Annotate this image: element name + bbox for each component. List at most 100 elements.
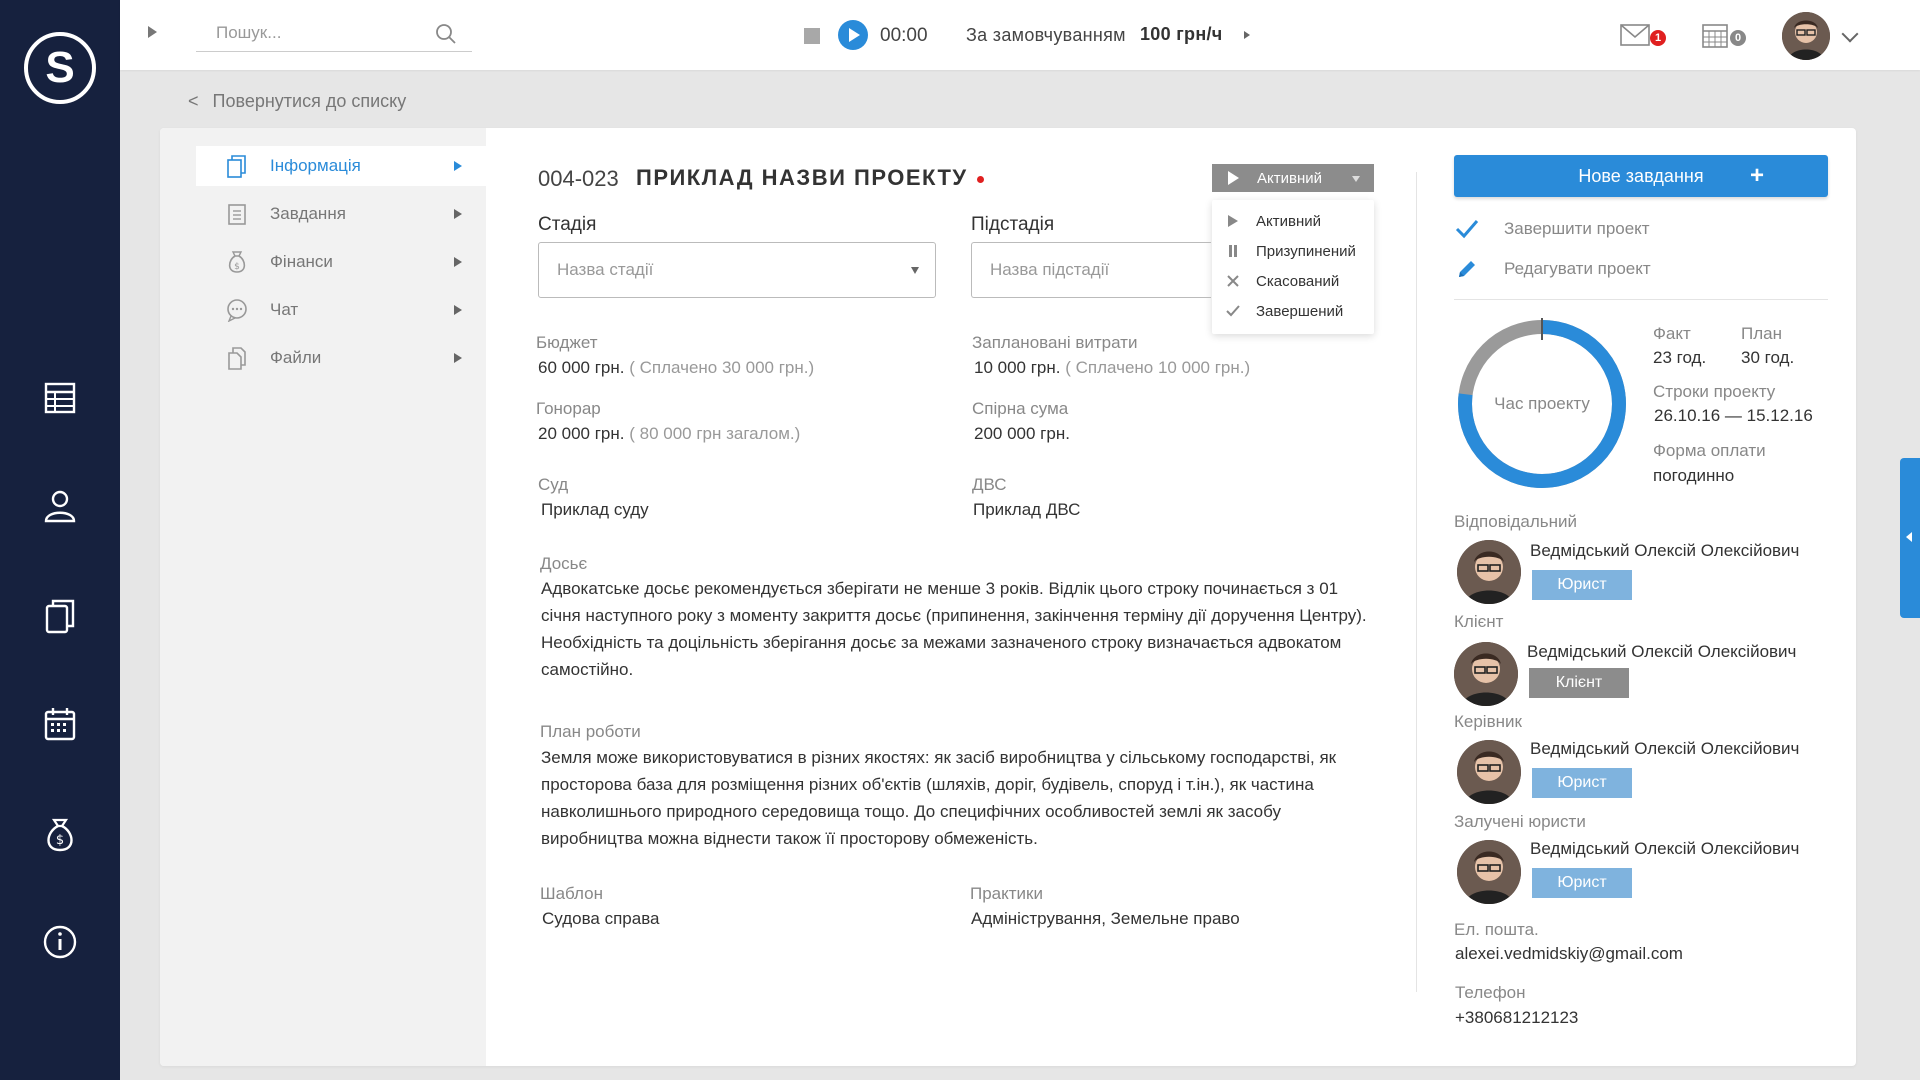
- manager-name: Ведмідський Олексій Олексійович: [1530, 739, 1800, 758]
- side-nav-tasks[interactable]: Завдання: [196, 194, 486, 234]
- side-nav-info[interactable]: Інформація: [196, 146, 486, 186]
- chevron-right-icon: [454, 161, 462, 171]
- fact-value: 23 год.: [1653, 348, 1707, 367]
- caret-down-icon: [1352, 176, 1360, 182]
- calendar-icon[interactable]: [36, 700, 84, 748]
- work-plan-text: Земля може використовуватися в різних як…: [541, 748, 1337, 848]
- project-code: 004-023: [538, 166, 619, 191]
- complete-project-action[interactable]: Завершити проект: [1454, 216, 1650, 242]
- side-nav-finance[interactable]: $ Фінанси: [196, 242, 486, 282]
- stop-timer-button[interactable]: [804, 28, 820, 44]
- status-option-label: Активний: [1256, 212, 1321, 230]
- pause-icon: [1226, 244, 1240, 258]
- dvs-value: Приклад ДВС: [973, 500, 1081, 519]
- logo-letter: S: [45, 43, 75, 92]
- search-icon[interactable]: [434, 22, 458, 46]
- planned-costs-value: 10 000 грн. ( Сплачено 10 000 грн.): [974, 358, 1250, 378]
- calendar-badge: 0: [1730, 30, 1746, 46]
- practices-value: Адміністрування, Земельне право: [971, 909, 1240, 928]
- complete-project-label: Завершити проект: [1504, 219, 1650, 238]
- involved-lawyer-avatar[interactable]: [1457, 840, 1521, 904]
- payment-form-value: погодинно: [1653, 466, 1735, 485]
- back-to-list-link[interactable]: < Повернутися до списку: [188, 91, 406, 112]
- project-side-nav: Інформація Завдання $ Фінанси Чат Файли: [160, 128, 486, 1066]
- email-value[interactable]: alexei.vedmidskiy@gmail.com: [1455, 944, 1683, 964]
- svg-text:$: $: [56, 833, 64, 848]
- info-icon[interactable]: [36, 918, 84, 966]
- rate-caret-icon[interactable]: [1244, 31, 1250, 39]
- budget-value: 60 000 грн. ( Сплачено 30 000 грн.): [538, 358, 814, 378]
- documents-icon[interactable]: [36, 592, 84, 640]
- planned-note: ( Сплачено 10 000 грн.): [1065, 358, 1251, 377]
- project-title: ПРИКЛАД НАЗВИ ПРОЕКТУ: [636, 165, 968, 190]
- involved-lawyer-name: Ведмідський Олексій Олексійович: [1530, 839, 1800, 858]
- status-option-cancelled[interactable]: Скасований: [1212, 266, 1374, 296]
- timer-value: 00:00: [880, 25, 928, 46]
- client-role-badge: Клієнт: [1529, 668, 1629, 698]
- responsible-role-badge: Юрист: [1532, 570, 1632, 600]
- status-option-paused[interactable]: Призупинений: [1212, 236, 1374, 266]
- budget-note: ( Сплачено 30 000 грн.): [629, 358, 815, 377]
- responsible-avatar[interactable]: [1457, 540, 1521, 604]
- user-icon[interactable]: [36, 482, 84, 530]
- edit-project-action[interactable]: Редагувати проект: [1454, 256, 1651, 282]
- client-avatar[interactable]: [1454, 642, 1518, 706]
- check-icon: [1454, 216, 1480, 242]
- project-terms-label: Строки проекту: [1653, 382, 1776, 401]
- fee-value: 20 000 грн. ( 80 000 грн загалом.): [538, 424, 800, 444]
- fee-label: Гонорар: [536, 399, 601, 418]
- status-option-completed[interactable]: Завершений: [1212, 296, 1374, 326]
- chevron-right-icon: [454, 209, 462, 219]
- search-input[interactable]: [196, 16, 436, 50]
- fee-amount: 20 000 грн.: [538, 424, 625, 443]
- rate-value[interactable]: 100 грн/ч: [1140, 24, 1223, 45]
- status-label: Активний: [1257, 169, 1322, 187]
- back-link-label: Повернутися до списку: [212, 91, 407, 111]
- status-option-active[interactable]: Активний: [1212, 206, 1374, 236]
- expand-sidebar-icon[interactable]: [148, 26, 157, 38]
- info-doc-icon: [224, 153, 250, 179]
- right-panel-toggle[interactable]: [1900, 458, 1920, 618]
- stage-label: Стадія: [538, 214, 597, 235]
- practices-label: Практики: [970, 884, 1043, 903]
- cross-icon: [1226, 274, 1240, 288]
- phone-value[interactable]: +380681212123: [1455, 1008, 1578, 1028]
- manager-role-badge: Юрист: [1532, 768, 1632, 798]
- side-nav-label: Чат: [270, 300, 299, 319]
- dispute-value: 200 000 грн.: [974, 424, 1070, 443]
- planned-costs-label: Заплановані витрати: [972, 333, 1138, 352]
- play-icon: [1228, 171, 1239, 185]
- user-menu-chevron-icon[interactable]: [1841, 25, 1859, 43]
- involved-lawyer-role-badge: Юрист: [1532, 868, 1632, 898]
- donut-label: Час проекту: [1494, 394, 1590, 413]
- project-terms-value: 26.10.16 — 15.12.16: [1654, 406, 1813, 425]
- app-logo[interactable]: S: [24, 32, 96, 104]
- calendar-icon[interactable]: [1702, 22, 1728, 48]
- budget-amount: 60 000 грн.: [538, 358, 625, 377]
- files-icon: [224, 345, 250, 371]
- mail-icon[interactable]: [1620, 24, 1650, 46]
- email-label: Ел. пошта.: [1454, 920, 1539, 939]
- court-label: Суд: [538, 475, 569, 494]
- money-bag-icon[interactable]: $: [36, 810, 84, 858]
- table-icon[interactable]: [36, 374, 84, 422]
- new-task-button[interactable]: Нове завдання +: [1454, 155, 1828, 197]
- new-task-label: Нове завдання: [1578, 165, 1704, 186]
- side-nav-chat[interactable]: Чат: [196, 290, 486, 330]
- column-divider: [1416, 172, 1417, 992]
- status-option-label: Призупинений: [1256, 242, 1356, 260]
- side-nav-files[interactable]: Файли: [196, 338, 486, 378]
- stage-select[interactable]: Назва стадії: [538, 242, 936, 298]
- start-timer-button[interactable]: [838, 20, 868, 50]
- chevron-right-icon: [454, 305, 462, 315]
- manager-avatar[interactable]: [1457, 740, 1521, 804]
- user-avatar[interactable]: [1782, 12, 1830, 60]
- pencil-icon: [1454, 256, 1480, 282]
- caret-down-icon: [911, 267, 919, 274]
- plan-label: План: [1741, 324, 1782, 343]
- status-dropdown-button[interactable]: Активний: [1212, 164, 1374, 192]
- responsible-label: Відповідальний: [1454, 512, 1578, 531]
- substage-select[interactable]: Назва підстадії: [971, 242, 1211, 298]
- back-arrow-icon: <: [188, 91, 199, 111]
- fact-label: Факт: [1653, 324, 1691, 343]
